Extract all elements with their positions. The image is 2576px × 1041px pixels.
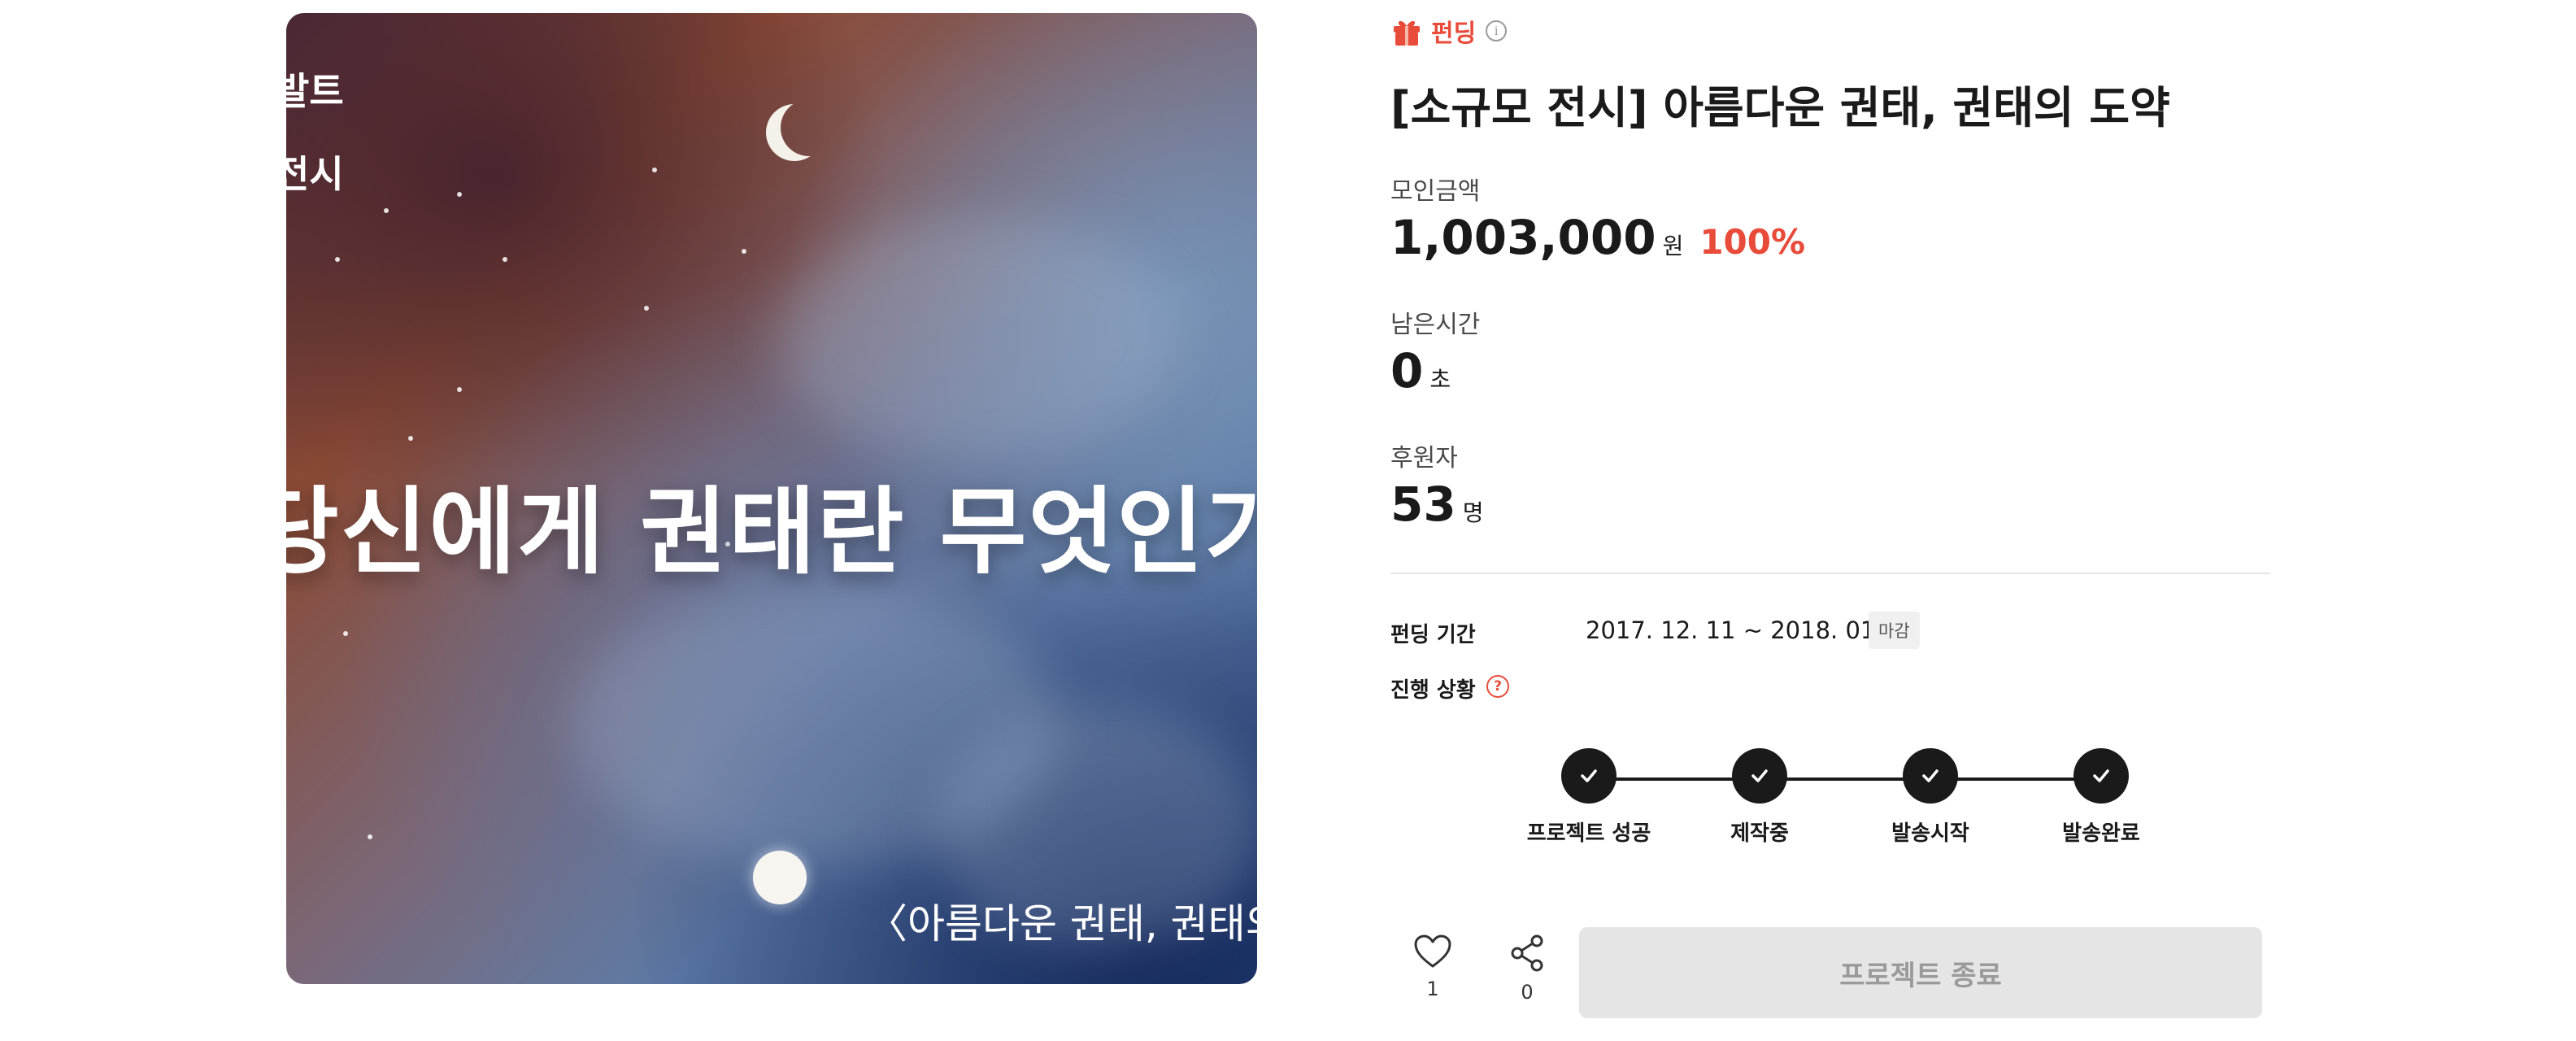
progress-step: 제작중 (1678, 748, 1841, 847)
full-moon-icon (753, 851, 807, 904)
heart-icon (1413, 934, 1452, 973)
check-icon (2073, 748, 2129, 804)
share-count: 0 (1521, 981, 1534, 1004)
progress-step: 발송완료 (2020, 748, 2182, 847)
time-left-value: 0 (1390, 343, 1424, 399)
progress-status-label: 진행 상황 (1390, 678, 1476, 703)
hero-top-text-2: 전시 (286, 152, 344, 196)
progress-step-label: 제작중 (1730, 821, 1789, 846)
check-icon (1903, 748, 1958, 804)
amount-value: 1,003,000 (1390, 210, 1656, 265)
funding-percent: 100% (1699, 222, 1806, 262)
help-icon[interactable]: ? (1486, 675, 1509, 698)
like-count: 1 (1426, 978, 1439, 1000)
progress-step: 발송시작 (1849, 748, 2012, 847)
progress-step-label: 발송시작 (1891, 821, 1969, 846)
progress-step-label: 발송완료 (2062, 821, 2140, 846)
project-hero-image: 발트 전시 당신에게 권태란 무엇인가요 〈아름다운 권태, 권태의 (286, 13, 1257, 984)
progress-step: 프로젝트 성공 (1508, 748, 1670, 847)
time-left-unit: 초 (1429, 366, 1451, 393)
check-icon (1561, 748, 1617, 804)
backers-row: 53 명 (1390, 477, 1483, 532)
check-icon (1732, 748, 1787, 804)
hero-caption: 〈아름다운 권태, 권태의 (867, 900, 1257, 947)
hero-main-text: 당신에게 권태란 무엇인가요 (286, 477, 1257, 587)
hero-top-text-1: 발트 (286, 69, 344, 113)
amount-value-row: 1,003,000 원 100% (1390, 210, 1805, 265)
amount-unit: 원 (1662, 233, 1684, 259)
badge-label: 펀딩 (1431, 20, 1477, 48)
like-button[interactable]: 1 (1400, 934, 1465, 1000)
time-left-label: 남은시간 (1390, 311, 1481, 339)
closed-tag: 마감 (1869, 612, 1920, 649)
progress-step-label: 프로젝트 성공 (1526, 821, 1651, 846)
project-ended-button[interactable]: 프로젝트 종료 (1579, 927, 2262, 1018)
backers-label: 후원자 (1390, 444, 1458, 473)
crescent-moon-icon (781, 99, 838, 156)
project-page: 발트 전시 당신에게 권태란 무엇인가요 〈아름다운 권태, 권태의 펀딩 i … (0, 0, 2576, 1041)
project-type-badge: 펀딩 i (1390, 13, 1508, 49)
funding-period-label: 펀딩 기간 (1390, 623, 1476, 647)
progress-steps: 프로젝트 성공 제작중 발송시작 발송완료 (1508, 748, 2158, 862)
time-left-row: 0 초 (1390, 343, 1451, 399)
info-icon[interactable]: i (1486, 20, 1508, 41)
share-button[interactable]: 0 (1495, 934, 1560, 1004)
amount-label: 모인금액 (1390, 177, 1481, 206)
share-icon (1508, 934, 1547, 976)
backers-value: 53 (1390, 477, 1456, 532)
divider (1390, 573, 2270, 574)
project-title: [소규모 전시] 아름다운 권태, 권태의 도약 (1390, 82, 2170, 133)
backers-unit: 명 (1462, 499, 1484, 526)
gift-icon (1390, 15, 1423, 47)
